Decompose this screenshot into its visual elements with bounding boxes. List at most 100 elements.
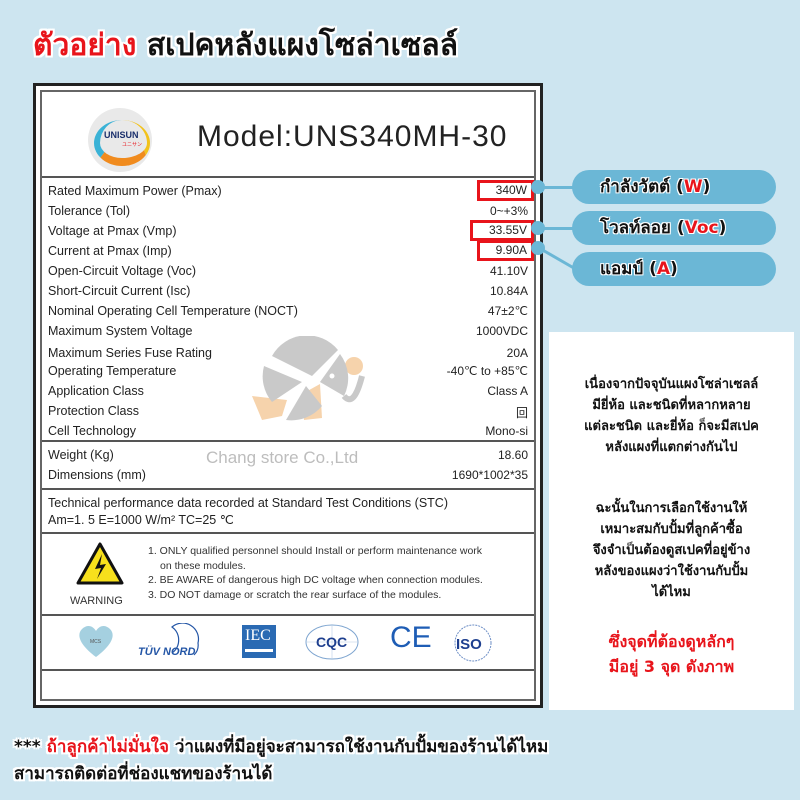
- iec-text: IEC: [245, 627, 271, 644]
- note-line: ฉะนั้นในการเลือกใช้งานให้: [595, 501, 748, 516]
- spec-value: Class A: [487, 384, 528, 398]
- warning-label: WARNING: [70, 595, 123, 607]
- model-number: Model:UNS340MH-30: [197, 120, 508, 153]
- warning-item: 2. BE AWARE of dangerous high DC voltage…: [148, 574, 483, 586]
- spec-row: Short-Circuit Current (Isc) 10.84A: [48, 282, 530, 302]
- spec-key: Voltage at Pmax (Vmp): [48, 224, 177, 238]
- note-paragraph-1: เนื่องจากปัจจุบันแผงโซล่าเซลล์ มียี่ห้อ …: [549, 374, 794, 458]
- warning-item: 1. ONLY qualified personnel should Insta…: [148, 545, 483, 557]
- high-voltage-warning-icon: [76, 542, 124, 585]
- spec-row: Open-Circuit Voltage (Voc) 41.10V: [48, 262, 530, 282]
- footer-note: *** ถ้าลูกค้าไม่มั่นใจ ว่าแผงที่มีอยู่จะ…: [14, 734, 548, 788]
- note-line: จึงจำเป็นต้องดูสเปคที่อยู่ข้าง: [592, 543, 751, 558]
- callout-connector: [540, 186, 576, 189]
- spec-key: Open-Circuit Voltage (Voc): [48, 264, 196, 278]
- spec-value: 回: [515, 406, 528, 420]
- spec-key: Maximum Series Fuse Rating: [48, 346, 212, 360]
- warning-item: on these modules.: [160, 559, 246, 572]
- spec-row: Current at Pmax (Imp) 9.90A: [48, 240, 534, 262]
- spec-value-highlighted: 340W: [476, 180, 534, 201]
- cqc-logo: CQC: [304, 623, 360, 666]
- iso-logo: ISO: [452, 623, 494, 668]
- note-line: เนื่องจากปัจจุบันแผงโซล่าเซลล์: [584, 377, 759, 392]
- certifications-row: MCS TÜV NORD IEC CQC CE ISO: [42, 615, 534, 671]
- iec-logo: IEC: [242, 625, 276, 658]
- spec-value: 41.10V: [489, 264, 528, 278]
- spec-row: Rated Maximum Power (Pmax) 340W: [48, 180, 534, 202]
- callout-connector: [539, 247, 574, 269]
- spec-row: Voltage at Pmax (Vmp) 33.55V: [48, 220, 534, 242]
- elephant-watermark-icon: [252, 336, 365, 421]
- logo-subtext: ユニサン: [122, 142, 143, 148]
- footer-line-1: *** ถ้าลูกค้าไม่มั่นใจ ว่าแผงที่มีอยู่จะ…: [14, 734, 548, 761]
- explanation-panel: เนื่องจากปัจจุบันแผงโซล่าเซลล์ มียี่ห้อ …: [549, 332, 794, 710]
- callout-unit: Voc: [684, 218, 719, 238]
- emphasis-line: มีอยู่ 3 จุด ดังภาพ: [608, 657, 735, 676]
- page-title: ตัวอย่าง สเปคหลังแผงโซล่าเซลล์: [33, 22, 458, 69]
- spec-value: -40℃ to +85℃: [446, 364, 528, 378]
- logo-text: UNISUN: [104, 130, 139, 140]
- spec-value: 20A: [506, 346, 528, 360]
- specs-section: Rated Maximum Power (Pmax) 340W Tolerance …: [42, 178, 534, 442]
- callout-connector: [540, 227, 576, 230]
- spec-value: 0~+3%: [489, 204, 528, 218]
- emphasis-line: ซึ่งจุดที่ต้องดูหลักๆ: [608, 632, 735, 651]
- callout-unit: W: [683, 177, 703, 197]
- spec-key: Operating Temperature: [48, 364, 177, 378]
- warning-list: 1. ONLY qualified personnel should Insta…: [148, 544, 483, 602]
- tuv-text: TÜV NORD: [138, 645, 196, 658]
- spec-key: Current at Pmax (Imp): [48, 244, 172, 258]
- spec-value: 10.84A: [489, 284, 528, 298]
- warning-item: 3. DO NOT damage or scratch the rear sur…: [148, 588, 442, 601]
- note-line: เหมาะสมกับปั้มที่ลูกค้าซื้อ: [600, 522, 743, 537]
- cqc-text: CQC: [316, 634, 347, 650]
- spec-key: Short-Circuit Current (Isc): [48, 284, 191, 298]
- note-emphasis: ซึ่งจุดที่ต้องดูหลักๆ มีอยู่ 3 จุด ดังภา…: [549, 629, 794, 679]
- callout-label: แอมป์: [600, 259, 650, 279]
- spec-key: Rated Maximum Power (Pmax): [48, 184, 222, 198]
- stc-text: Technical performance data recorded at S…: [48, 495, 448, 529]
- spec-key: Protection Class: [48, 404, 140, 418]
- note-paragraph-2: ฉะนั้นในการเลือกใช้งานให้ เหมาะสมกับปั้ม…: [549, 498, 794, 603]
- callout-power: กำลังวัตต์ (W): [572, 170, 776, 204]
- spec-label-inner: UNISUN ユニサン Model:UNS340MH-30 Rated Maxi…: [40, 90, 536, 701]
- spec-key: Weight (Kg): [48, 448, 114, 462]
- spec-row: Dimensions (mm) 1690*1002*35: [48, 466, 530, 486]
- spec-value: 1000VDC: [475, 324, 528, 338]
- spec-key: Application Class: [48, 384, 144, 398]
- callout-label: กำลังวัตต์: [600, 177, 677, 197]
- iso-text: ISO: [456, 636, 482, 653]
- title-rest: สเปคหลังแผงโซล่าเซลล์: [146, 28, 459, 63]
- footer-line-1-rest: ว่าแผงที่มีอยู่จะสามารถใช้งานกับปั้มของร…: [168, 737, 549, 757]
- spec-value-highlighted: 9.90A: [476, 240, 534, 261]
- note-line: มียี่ห้อ และชนิดที่หลากหลาย: [592, 398, 751, 413]
- spec-key: Tolerance (Tol): [48, 204, 130, 218]
- callout-label: โวลท์ลอย: [600, 218, 677, 238]
- spec-key: Nominal Operating Cell Temperature (NOCT…: [48, 304, 298, 318]
- spec-key: Maximum System Voltage: [48, 324, 193, 338]
- spec-value: 18.60: [497, 448, 528, 462]
- spec-value: 1690*1002*35: [451, 468, 528, 482]
- footer-highlight: ถ้าลูกค้าไม่มั่นใจ: [46, 737, 169, 757]
- title-highlight: ตัวอย่าง: [33, 28, 137, 63]
- callout-unit: A: [656, 259, 671, 279]
- note-line: หลังแผงที่แตกต่างกันไป: [605, 440, 738, 455]
- callout-current: แอมป์ (A): [572, 252, 776, 286]
- spec-row: Tolerance (Tol) 0~+3%: [48, 202, 530, 222]
- tuv-nord-logo: TÜV NORD: [136, 622, 206, 664]
- note-line: แต่ละชนิด และยี่ห้อ ก็จะมีสเปค: [584, 419, 759, 434]
- unisun-logo: UNISUN ユニサン: [88, 108, 152, 172]
- spec-label: UNISUN ユニサン Model:UNS340MH-30 Rated Maxi…: [33, 83, 543, 708]
- mcs-logo: MCS: [76, 623, 116, 664]
- spec-key: Cell Technology: [48, 424, 137, 438]
- stc-line-2: Am=1. 5 E=1000 W/m² TC=25 ℃: [48, 513, 234, 527]
- spec-value: 47±2℃: [487, 304, 528, 318]
- note-line: หลังของแผงว่าใช้งานกับปั้ม: [594, 564, 749, 579]
- spec-row: Nominal Operating Cell Temperature (NOCT…: [48, 302, 530, 322]
- mcs-text: MCS: [90, 639, 102, 645]
- callout-voltage: โวลท์ลอย (Voc): [572, 211, 776, 245]
- spec-value-highlighted: 33.55V: [469, 220, 534, 241]
- spec-key: Dimensions (mm): [48, 468, 146, 482]
- ce-logo: CE: [390, 621, 432, 654]
- stc-line-1: Technical performance data recorded at S…: [48, 496, 448, 510]
